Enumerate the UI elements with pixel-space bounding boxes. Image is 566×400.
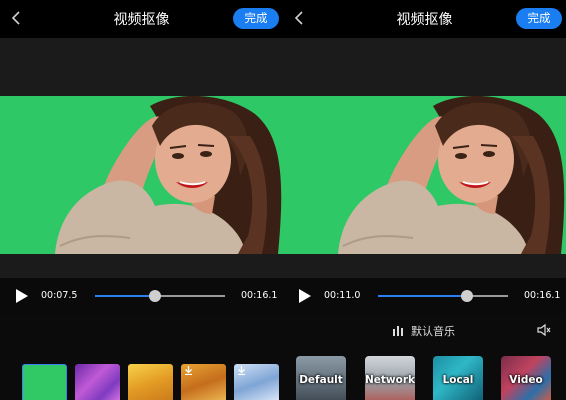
category-network[interactable]: Network bbox=[365, 356, 415, 400]
seek-progress bbox=[378, 295, 467, 297]
volume-icon[interactable] bbox=[536, 322, 552, 338]
music-bars-icon bbox=[393, 326, 403, 336]
top-bar: 视频抠像 完成 bbox=[0, 0, 283, 38]
background-thumb-green[interactable] bbox=[22, 364, 67, 400]
preview-top-margin bbox=[0, 38, 283, 96]
done-button[interactable]: 完成 bbox=[516, 8, 562, 29]
seek-handle[interactable] bbox=[460, 290, 473, 302]
category-label: Video bbox=[509, 374, 543, 386]
seek-progress bbox=[95, 295, 156, 297]
background-thumb-winter-snow[interactable] bbox=[234, 364, 279, 400]
seek-track[interactable] bbox=[95, 290, 225, 302]
preview-bottom-margin bbox=[0, 254, 283, 278]
left-panel: 视频抠像 完成 00:07.5 00:16.1 bbox=[0, 0, 283, 400]
video-preview bbox=[0, 96, 283, 254]
done-button[interactable]: 完成 bbox=[233, 8, 279, 29]
download-icon bbox=[238, 366, 245, 375]
background-thumb-autumn-forest[interactable] bbox=[181, 364, 226, 400]
category-label: Local bbox=[442, 374, 474, 386]
background-thumb-autumn-trees[interactable] bbox=[128, 364, 173, 400]
seek-handle[interactable] bbox=[149, 290, 162, 302]
right-panel: 视频抠像 完成 00:11.0 00:16.1 默认音乐 Default Net… bbox=[283, 0, 566, 400]
category-label: Default bbox=[299, 374, 343, 386]
preview-bottom-margin bbox=[283, 254, 566, 278]
person-figure bbox=[338, 96, 565, 254]
background-thumb-purple-flowers[interactable] bbox=[75, 364, 120, 400]
category-default[interactable]: Default bbox=[296, 356, 346, 400]
top-bar: 视频抠像 完成 bbox=[283, 0, 566, 38]
current-time: 00:11.0 bbox=[324, 290, 361, 301]
category-label: Network bbox=[365, 374, 415, 386]
default-music-label[interactable]: 默认音乐 bbox=[411, 323, 455, 339]
playback-bar: 00:07.5 00:16.1 bbox=[0, 278, 283, 314]
total-time: 00:16.1 bbox=[524, 290, 561, 301]
download-icon bbox=[185, 366, 192, 375]
seek-track[interactable] bbox=[378, 290, 508, 302]
play-icon[interactable] bbox=[16, 289, 28, 303]
person-figure bbox=[55, 96, 282, 254]
category-video[interactable]: Video bbox=[501, 356, 551, 400]
total-time: 00:16.1 bbox=[241, 290, 278, 301]
current-time: 00:07.5 bbox=[41, 290, 78, 301]
preview-top-margin bbox=[283, 38, 566, 96]
playback-bar: 00:11.0 00:16.1 bbox=[283, 278, 566, 314]
category-local[interactable]: Local bbox=[433, 356, 483, 400]
video-preview bbox=[283, 96, 566, 254]
play-icon[interactable] bbox=[299, 289, 311, 303]
